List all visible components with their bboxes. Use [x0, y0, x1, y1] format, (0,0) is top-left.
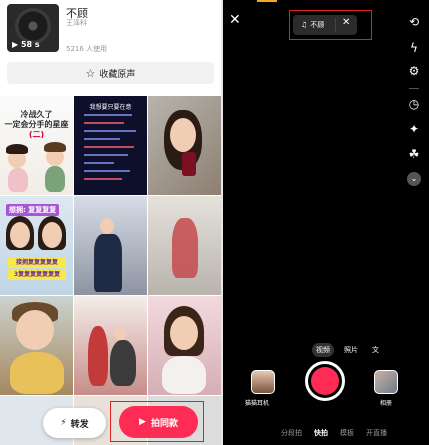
forward-button[interactable]: ⚡ 转发: [43, 408, 106, 438]
tab-quick-shoot[interactable]: 快拍: [314, 428, 328, 438]
thumb-banner: 想拥: 复复复复: [6, 204, 60, 216]
collect-sound-label: 收藏原声: [99, 69, 136, 80]
person-face: [170, 118, 196, 152]
song-cover[interactable]: ▶ 58 s: [7, 4, 59, 52]
text-line: [84, 130, 136, 132]
filter-icon[interactable]: ☘: [406, 146, 422, 162]
song-artist[interactable]: 王泽科: [66, 18, 87, 28]
video-thumb-3[interactable]: [148, 96, 221, 195]
disc-icon: [15, 8, 51, 44]
top-accent: [257, 0, 277, 2]
video-thumb-5[interactable]: [74, 196, 147, 295]
duration-label: ▶ 58 s: [12, 40, 40, 49]
chevron-down-icon[interactable]: ⌄: [407, 172, 421, 186]
person-body: [110, 340, 136, 386]
camera-panel: ✕ ♫ 不顾 ✕ ⟲ ϟ ⚙ ◷ ✦ ☘ ⌄ 视频 照片 文 猫猫耳机 相册 分…: [223, 0, 429, 445]
side-separator: [409, 88, 419, 89]
bottle-object: [172, 218, 198, 278]
mode-tabs: 视频 照片 文: [312, 343, 383, 357]
thumb-caption: 冷战久了: [20, 110, 53, 119]
person-body: [162, 356, 206, 394]
forward-label: 转发: [70, 419, 89, 430]
tab-segment-shoot[interactable]: 分段拍: [281, 428, 302, 438]
cartoon-hair: [44, 142, 66, 152]
person-face: [16, 310, 54, 350]
album-thumbnail[interactable]: [374, 370, 398, 394]
text-line: [84, 114, 132, 116]
album-label: 相册: [380, 400, 393, 407]
video-thumb-4[interactable]: 想拥: 复复复复 接拥复复复复复 3复复复复复复复: [0, 196, 73, 295]
tab-text[interactable]: 文: [368, 343, 383, 357]
thumb-caption: 接拥复复复复复: [8, 258, 66, 268]
video-thumb-2[interactable]: 我想要只要在意: [74, 96, 147, 195]
text-line: [84, 162, 114, 164]
flip-camera-icon[interactable]: ⟲: [406, 14, 422, 30]
video-thumb-9[interactable]: [148, 296, 221, 395]
timer-icon[interactable]: ◷: [406, 96, 422, 112]
thumb-caption: (二): [28, 130, 45, 139]
star-icon: ☆: [85, 66, 96, 80]
person-face: [10, 222, 30, 248]
video-thumb-1[interactable]: 冷战久了 一定会分手的星座 (二): [0, 96, 73, 195]
effect-thumbnail[interactable]: [251, 370, 275, 394]
person-body: [10, 352, 64, 394]
record-button-core: [311, 367, 339, 395]
person-body: [94, 234, 122, 292]
video-thumb-7[interactable]: [0, 296, 73, 395]
person-face: [42, 222, 62, 248]
thumb-caption: 一定会分手的星座: [4, 120, 69, 129]
tab-video[interactable]: 视频: [312, 343, 334, 357]
person-face: [100, 218, 114, 234]
person-body: [88, 326, 108, 386]
video-thumb-8[interactable]: [74, 296, 147, 395]
tab-go-live[interactable]: 开直播: [366, 428, 387, 438]
text-line: [84, 178, 122, 180]
text-line: [84, 122, 124, 124]
settings-icon[interactable]: ⚙: [406, 63, 422, 79]
text-line: [84, 154, 128, 156]
video-thumb-6[interactable]: [148, 196, 221, 295]
highlight-box: [110, 401, 204, 442]
magic-wand-icon[interactable]: ✦: [406, 121, 422, 137]
text-line: [84, 146, 134, 148]
cartoon-hair: [6, 144, 28, 154]
person-face: [114, 328, 126, 340]
capture-mode-bar: 分段拍 快拍 模板 开直播: [281, 428, 387, 438]
thumb-caption: 我想要只要在意: [89, 104, 132, 111]
flash-off-icon[interactable]: ϟ: [406, 40, 422, 56]
text-line: [84, 170, 130, 172]
thumb-caption: 3复复复复复复复: [8, 270, 66, 280]
highlight-box: [289, 10, 372, 40]
close-icon[interactable]: ✕: [229, 12, 241, 28]
cartoon-body: [45, 166, 65, 192]
tab-photo[interactable]: 照片: [340, 343, 362, 357]
text-line: [84, 138, 120, 140]
video-grid: 冷战久了 一定会分手的星座 (二) 我想要只要在意 想拥: 复复复复 接拥复复复…: [0, 96, 221, 445]
person-face: [170, 316, 198, 350]
lightning-icon: ⚡: [60, 418, 67, 428]
song-detail-panel: ▶ 58 s 不顾 王泽科 5216 人使用 ☆ 收藏原声 冷战久了 一定会分手…: [0, 0, 221, 445]
tab-template[interactable]: 模板: [340, 428, 354, 438]
cartoon-body: [8, 168, 28, 192]
record-button[interactable]: [305, 361, 345, 401]
effect-label: 猫猫耳机: [245, 400, 270, 407]
usage-count: 5216 人使用: [66, 45, 108, 53]
collect-sound-button[interactable]: ☆ 收藏原声: [7, 62, 214, 84]
drink-bottle: [182, 152, 196, 176]
